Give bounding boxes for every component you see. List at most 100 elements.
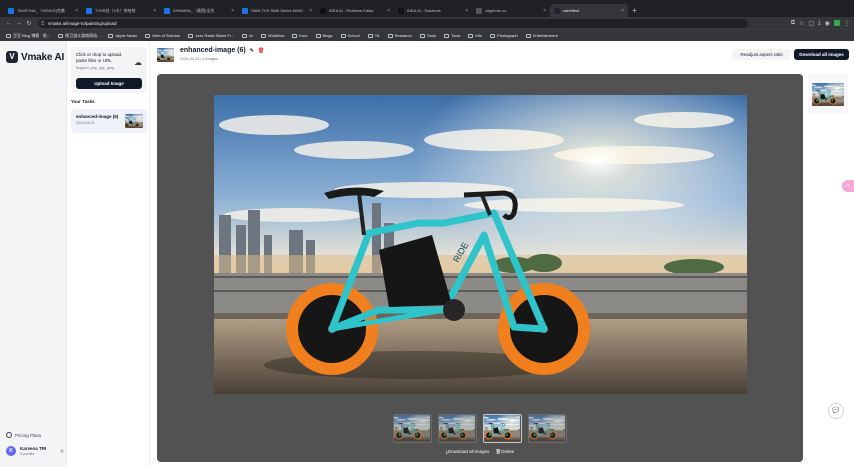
bookmark-label: Info (475, 33, 483, 38)
close-icon[interactable]: × (231, 8, 234, 14)
close-icon[interactable]: × (153, 8, 156, 14)
chat-support-button[interactable]: 💬 (828, 403, 844, 419)
browser-tab-5[interactable]: IDEA AI - Realtime Editor × (316, 4, 394, 17)
browser-tab-active[interactable]: cat/effect × (550, 4, 628, 17)
close-icon[interactable]: × (465, 8, 468, 14)
edit-icon[interactable]: ✎ (250, 48, 254, 54)
browser-tab-7[interactable]: cityphoto.co × (472, 4, 550, 17)
logo-text: Vmake AI (21, 51, 65, 63)
page-subtitle: 2024-04-23 | 4 images (180, 57, 218, 61)
header-thumbnail (157, 48, 174, 62)
back-icon[interactable]: ← (4, 20, 14, 26)
close-icon[interactable]: × (387, 8, 390, 14)
favicon-icon (8, 7, 14, 14)
floating-helper-icon[interactable]: ✦ (842, 180, 854, 192)
bookmark-item[interactable]: 保卫战斗游戏网站... (58, 33, 100, 39)
delete-label: Delete (501, 449, 515, 454)
bookmark-folder[interactable]: Blogs (315, 33, 333, 38)
tab-title: SHINARA_（美国)全名 (173, 7, 215, 13)
viewer-delete-link[interactable]: 🗑Delete (495, 449, 514, 455)
bookmark-label: Photograph (497, 33, 518, 38)
folder-icon (260, 33, 266, 38)
browser-tab-3[interactable]: SHINARA_（美国)全名 × (160, 4, 238, 17)
bookmark-label: Jazz Radio Blues Fr... (195, 33, 235, 38)
browser-tab-1[interactable]: TANSYNA_（VENUS)完美 × (4, 4, 82, 17)
bookmark-folder[interactable]: School (340, 33, 360, 38)
close-icon[interactable]: × (621, 8, 624, 14)
tab-title: TXSB芸（3卡）哈哈哈 (95, 7, 136, 13)
bookmark-folder[interactable]: Entertainment (525, 33, 558, 38)
tab-title: IDEA AI - Solutions (407, 8, 441, 13)
tab-title: SNW-TVS SMB Series 600M (251, 8, 303, 13)
folder-icon (315, 33, 321, 38)
bookmark-folder[interactable]: Info (468, 33, 482, 38)
bookmark-folder[interactable]: TA (367, 33, 380, 38)
pricing-plans-link[interactable]: Pricing Plans (6, 432, 41, 438)
readjust-aspect-ratio-button[interactable]: Readjust aspect ratio (732, 49, 791, 60)
upload-instructions: Click or drop to upload, paste files or … (76, 52, 123, 63)
task-thumbnail (125, 114, 143, 128)
bookmark-item[interactable]: Web of Science (145, 33, 180, 38)
bookmark-folder[interactable]: Kurs (292, 33, 308, 38)
url-text: vmake.ai/image-to/painting/upload (48, 20, 117, 26)
bookmark-icon (188, 33, 194, 38)
bookmark-folder[interactable]: AI (242, 33, 253, 38)
close-icon[interactable]: × (75, 8, 78, 14)
browser-tab-2[interactable]: TXSB芸（3卡）哈哈哈 × (82, 4, 160, 17)
thumbnail-1[interactable] (393, 414, 432, 443)
download-icon[interactable]: ⤓ (818, 20, 821, 27)
upload-image-button[interactable]: Upload Image (76, 78, 142, 89)
trash-icon[interactable]: 🗑 (258, 48, 264, 54)
bookmark-label: Kurs (299, 33, 308, 38)
bookmark-item[interactable]: Jazz Radio Blues Fr... (188, 33, 234, 38)
favicon-icon (476, 7, 482, 14)
star-icon[interactable]: ☆ (799, 20, 804, 27)
task-panel: Click or drop to upload, paste files or … (67, 41, 150, 467)
extension-green-icon[interactable] (834, 19, 840, 26)
bookmark-label: Tools (426, 33, 437, 38)
bookmark-folder[interactable]: Tools (419, 33, 437, 38)
thumbnail-4[interactable] (528, 414, 567, 443)
folder-icon (419, 33, 425, 38)
download-all-images-button[interactable]: Download all images (794, 49, 849, 60)
upload-dropzone[interactable]: Click or drop to upload, paste files or … (71, 47, 147, 93)
download-all-label: Download all images (447, 449, 490, 454)
bookmark-folder[interactable]: Workflow (260, 33, 284, 38)
task-item[interactable]: enhanced-image (6) 2024-04-23 (71, 109, 147, 133)
forward-icon[interactable]: → (14, 20, 24, 26)
extensions-icon[interactable]: ▢ (808, 20, 814, 27)
folder-icon (387, 33, 393, 38)
collapse-sidebar-icon[interactable]: « (60, 448, 64, 455)
address-bar[interactable]: ⚿ vmake.ai/image-to/painting/upload (38, 18, 748, 28)
close-icon[interactable]: × (543, 8, 546, 14)
new-tab-icon[interactable]: + (632, 4, 637, 17)
bookmark-icon (145, 33, 151, 38)
bookmark-label: AI (249, 33, 253, 38)
bookmark-item[interactable]: 豆豆 Blog 博客 · 前... (6, 33, 50, 39)
translate-icon[interactable]: ⧉ (791, 20, 795, 27)
bookmark-label: Research (394, 33, 412, 38)
result-thumbnail[interactable] (812, 83, 844, 106)
reload-icon[interactable]: ↻ (24, 20, 34, 27)
menu-icon[interactable]: ⋮ (844, 20, 850, 27)
viewer-download-all-link[interactable]: ⤓Download all images (446, 449, 490, 455)
bookmark-folder[interactable]: Tools (444, 33, 460, 38)
upload-support-formats: Support .png, .jpg, .jpeg (76, 66, 115, 70)
favicon-icon (554, 7, 560, 14)
profile-icon[interactable]: ◉ (825, 20, 830, 27)
bookmark-folder[interactable]: Photograph (490, 33, 518, 38)
thumbnail-2[interactable] (438, 414, 477, 443)
close-icon[interactable]: × (309, 8, 312, 14)
bookmark-item[interactable]: Apple Music (108, 33, 137, 38)
bookmark-label: 保卫战斗游戏网站... (65, 32, 101, 38)
thumbnail-3-selected[interactable] (483, 414, 522, 443)
bookmark-folder[interactable]: Research (387, 33, 412, 38)
browser-tab-6[interactable]: IDEA AI - Solutions × (394, 4, 472, 17)
logo[interactable]: V Vmake AI (6, 51, 64, 63)
browser-tab-4[interactable]: SNW-TVS SMB Series 600M × (238, 4, 316, 17)
user-credits: 4 credits (20, 452, 35, 456)
main-image[interactable] (214, 95, 747, 394)
browser-toolbar: ← → ↻ ⚿ vmake.ai/image-to/painting/uploa… (0, 17, 854, 29)
user-account[interactable]: K Karvena TRI 4 credits « (6, 446, 64, 456)
bookmark-label: 豆豆 Blog 博客 · 前... (13, 32, 51, 38)
